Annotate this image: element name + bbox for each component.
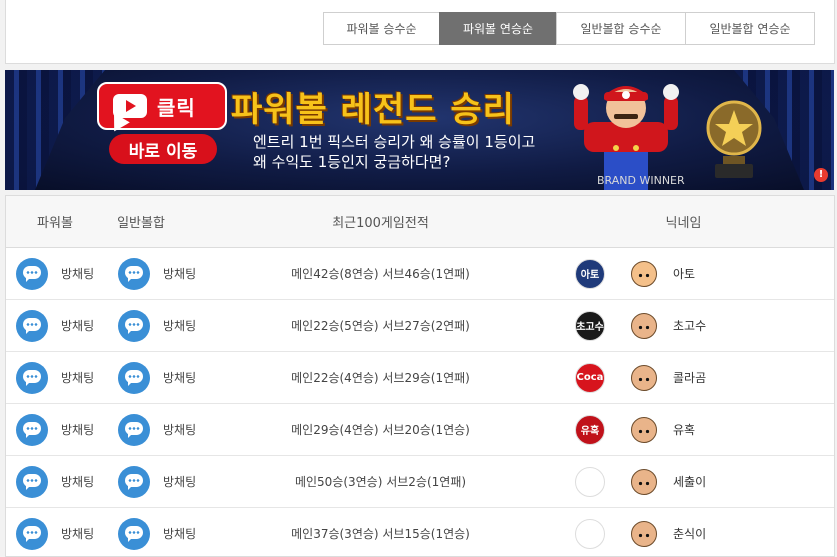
table-row: 방채팅 방채팅 메인22승(4연승) 서브29승(1연패) Coca 콜라곰 bbox=[6, 352, 834, 404]
sort-tab-panel: 파워볼 승수순 파워볼 연승순 일반볼합 승수순 일반볼합 연승순 bbox=[5, 0, 835, 64]
alert-icon[interactable]: ! bbox=[814, 168, 828, 182]
table-row: 방채팅 방채팅 메인37승(3연승) 서브15승(1연승) 춘식이 bbox=[6, 508, 834, 556]
powerball-chat-cell[interactable]: 방채팅 bbox=[6, 517, 108, 550]
record-cell: 메인22승(4연승) 서브29승(1연패) bbox=[291, 371, 470, 385]
tab-normal-streak[interactable]: 일반볼합 연승순 bbox=[685, 12, 815, 45]
brand-winner-caption: BRAND WINNER bbox=[597, 174, 685, 187]
nickname-label[interactable]: 춘식이 bbox=[673, 525, 706, 542]
nickname-cell[interactable]: 유혹 유혹 bbox=[543, 414, 834, 445]
sort-tabs: 파워볼 승수순 파워볼 연승순 일반볼합 승수순 일반볼합 연승순 bbox=[323, 12, 815, 45]
nickname-cell[interactable]: 아토 아토 bbox=[543, 258, 834, 289]
chat-bubble-icon[interactable] bbox=[118, 257, 150, 290]
normal-chat-cell[interactable]: 방채팅 bbox=[108, 361, 218, 394]
banner-click-label: 클릭 bbox=[157, 95, 196, 120]
avatar-face-icon bbox=[631, 312, 657, 339]
banner-goto-button[interactable]: 바로 이동 bbox=[109, 134, 217, 164]
nickname-cell[interactable]: Coca 콜라곰 bbox=[543, 362, 834, 393]
normal-chat-label[interactable]: 방채팅 bbox=[163, 317, 196, 334]
avatar-face-icon bbox=[631, 520, 657, 547]
chat-bubble-icon[interactable] bbox=[16, 257, 48, 290]
banner-subtitle: 엔트리 1번 픽스터 승리가 왜 승률이 1등이고 왜 수익도 1등인지 궁금하… bbox=[253, 132, 535, 172]
powerball-chat-cell[interactable]: 방채팅 bbox=[6, 361, 108, 394]
table-header: 파워볼 일반볼합 최근100게임전적 닉네임 bbox=[6, 196, 834, 248]
header-normal: 일반볼합 bbox=[117, 216, 165, 231]
powerball-chat-label[interactable]: 방채팅 bbox=[61, 525, 94, 542]
powerball-chat-cell[interactable]: 방채팅 bbox=[6, 257, 108, 290]
tab-normal-wins[interactable]: 일반볼합 승수순 bbox=[556, 12, 686, 45]
curtain-left-decoration bbox=[5, 70, 105, 190]
powerball-chat-cell[interactable]: 방채팅 bbox=[6, 465, 108, 498]
record-cell: 메인37승(3연승) 서브15승(1연승) bbox=[291, 527, 470, 541]
team-logo-icon: 초고수 bbox=[575, 310, 605, 341]
avatar-face-icon bbox=[631, 260, 657, 287]
powerball-chat-label[interactable]: 방채팅 bbox=[61, 369, 94, 386]
nickname-cell[interactable]: 세출이 bbox=[543, 466, 834, 497]
normal-chat-label[interactable]: 방채팅 bbox=[163, 525, 196, 542]
table-row: 방채팅 방채팅 메인22승(5연승) 서브27승(2연패) 초고수 초고수 bbox=[6, 300, 834, 352]
banner-subtitle-line2: 왜 수익도 1등인지 궁금하다면? bbox=[253, 153, 451, 171]
nickname-cell[interactable]: 춘식이 bbox=[543, 518, 834, 549]
team-logo-icon bbox=[575, 518, 605, 549]
banner-title: 파워볼 레전드 승리 bbox=[231, 90, 515, 130]
chat-bubble-icon[interactable] bbox=[16, 309, 48, 342]
chat-bubble-icon[interactable] bbox=[16, 361, 48, 394]
normal-chat-cell[interactable]: 방채팅 bbox=[108, 517, 218, 550]
avatar-face-icon bbox=[631, 416, 657, 443]
powerball-chat-label[interactable]: 방채팅 bbox=[61, 265, 94, 282]
normal-chat-label[interactable]: 방채팅 bbox=[163, 421, 196, 438]
record-cell: 메인50승(3연승) 서브2승(1연패) bbox=[294, 475, 467, 489]
nickname-label[interactable]: 아토 bbox=[673, 265, 695, 282]
powerball-chat-cell[interactable]: 방채팅 bbox=[6, 309, 108, 342]
team-logo-icon: Coca bbox=[575, 362, 605, 393]
chat-bubble-icon[interactable] bbox=[16, 413, 48, 446]
nickname-label[interactable]: 콜라곰 bbox=[673, 369, 706, 386]
record-cell: 메인22승(5연승) 서브27승(2연패) bbox=[291, 319, 470, 333]
table-body: 방채팅 방채팅 메인42승(8연승) 서브46승(1연패) 아토 아토 방채팅 … bbox=[6, 248, 834, 556]
tab-powerball-wins[interactable]: 파워볼 승수순 bbox=[323, 12, 440, 45]
powerball-chat-label[interactable]: 방채팅 bbox=[61, 473, 94, 490]
tab-powerball-streak[interactable]: 파워볼 연승순 bbox=[439, 12, 557, 45]
team-logo-icon: 아토 bbox=[575, 258, 605, 289]
normal-chat-cell[interactable]: 방채팅 bbox=[108, 257, 218, 290]
normal-chat-label[interactable]: 방채팅 bbox=[163, 265, 196, 282]
normal-chat-label[interactable]: 방채팅 bbox=[163, 369, 196, 386]
powerball-chat-label[interactable]: 방채팅 bbox=[61, 421, 94, 438]
chat-bubble-icon[interactable] bbox=[16, 517, 48, 550]
trophy-icon bbox=[706, 100, 762, 178]
header-nickname: 닉네임 bbox=[665, 216, 702, 231]
normal-chat-label[interactable]: 방채팅 bbox=[163, 473, 196, 490]
header-powerball: 파워볼 bbox=[37, 216, 73, 231]
nickname-cell[interactable]: 초고수 초고수 bbox=[543, 310, 834, 341]
chat-bubble-icon[interactable] bbox=[16, 465, 48, 498]
nickname-label[interactable]: 초고수 bbox=[673, 317, 706, 334]
nickname-label[interactable]: 세출이 bbox=[673, 473, 706, 490]
chat-bubble-icon[interactable] bbox=[118, 465, 150, 498]
chat-bubble-icon[interactable] bbox=[118, 361, 150, 394]
powerball-chat-cell[interactable]: 방채팅 bbox=[6, 413, 108, 446]
table-row: 방채팅 방채팅 메인42승(8연승) 서브46승(1연패) 아토 아토 bbox=[6, 248, 834, 300]
powerball-chat-label[interactable]: 방채팅 bbox=[61, 317, 94, 334]
avatar-face-icon bbox=[631, 468, 657, 495]
banner-subtitle-line1: 엔트리 1번 픽스터 승리가 왜 승률이 1등이고 bbox=[253, 133, 536, 151]
promo-banner[interactable]: 클릭 바로 이동 파워볼 레전드 승리 엔트리 1번 픽스터 승리가 왜 승률이… bbox=[5, 70, 834, 190]
normal-chat-cell[interactable]: 방채팅 bbox=[108, 309, 218, 342]
avatar-face-icon bbox=[631, 364, 657, 391]
chat-bubble-icon[interactable] bbox=[118, 517, 150, 550]
table-row: 방채팅 방채팅 메인50승(3연승) 서브2승(1연패) 세출이 bbox=[6, 456, 834, 508]
table-row: 방채팅 방채팅 메인29승(4연승) 서브20승(1연승) 유혹 유혹 bbox=[6, 404, 834, 456]
ranking-table: 파워볼 일반볼합 최근100게임전적 닉네임 방채팅 방채팅 메인42승(8연승… bbox=[5, 195, 835, 557]
team-logo-icon: 유혹 bbox=[575, 414, 605, 445]
record-cell: 메인42승(8연승) 서브46승(1연패) bbox=[291, 267, 470, 281]
record-cell: 메인29승(4연승) 서브20승(1연승) bbox=[291, 423, 470, 437]
chat-bubble-icon[interactable] bbox=[118, 309, 150, 342]
header-record: 최근100게임전적 bbox=[332, 216, 429, 231]
team-logo-icon bbox=[575, 466, 605, 497]
normal-chat-cell[interactable]: 방채팅 bbox=[108, 465, 218, 498]
normal-chat-cell[interactable]: 방채팅 bbox=[108, 413, 218, 446]
chat-bubble-icon[interactable] bbox=[118, 413, 150, 446]
nickname-label[interactable]: 유혹 bbox=[673, 421, 695, 438]
